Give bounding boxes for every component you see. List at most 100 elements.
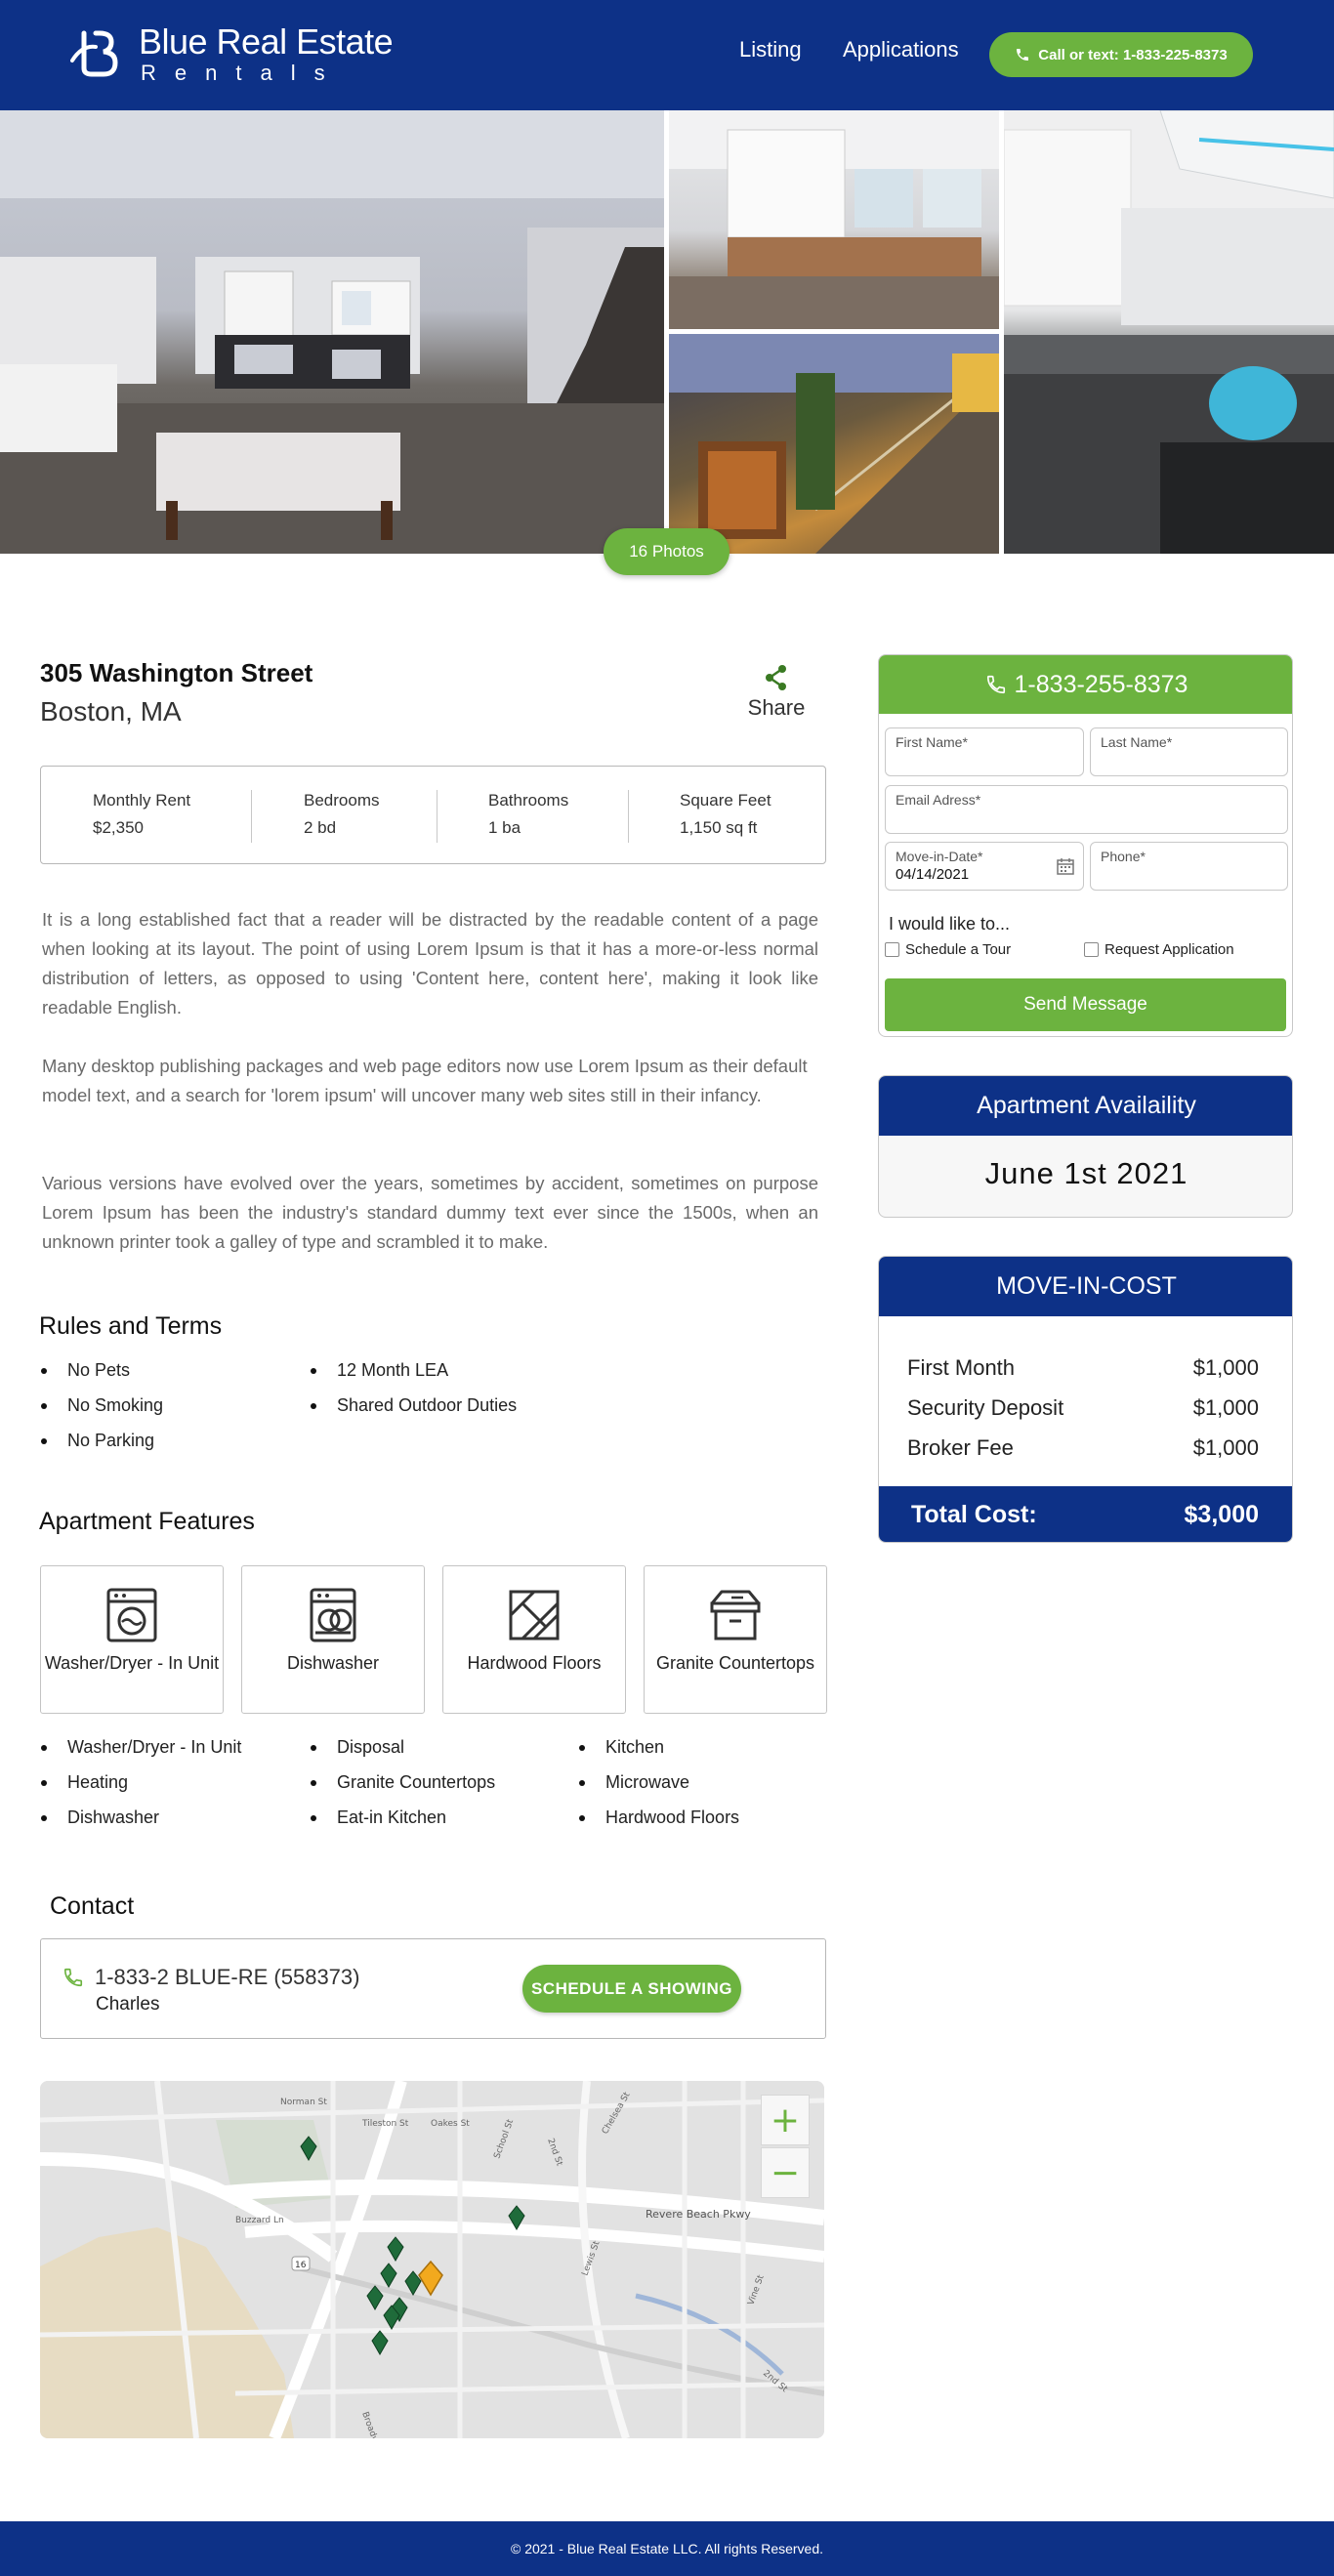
field-label: First Name* xyxy=(896,734,968,750)
list-item: No Smoking xyxy=(39,1395,163,1431)
cost-label: Security Deposit xyxy=(907,1395,1064,1420)
rules-title: Rules and Terms xyxy=(39,1312,223,1340)
cost-amount: $1,000 xyxy=(1192,1355,1259,1380)
availability-date: June 1st 2021 xyxy=(984,1156,1188,1190)
feature-card-washer: Washer/Dryer - In Unit xyxy=(40,1565,224,1714)
stat-value: 1 ba xyxy=(488,818,521,837)
list-item: Heating xyxy=(39,1772,241,1807)
map-street-label: Norman St xyxy=(280,2098,327,2107)
contact-phone[interactable]: 1-833-2 BLUE-RE (558373) xyxy=(95,1965,359,1990)
phone-field[interactable]: Phone* xyxy=(1090,842,1288,891)
list-item: 12 Month LEA xyxy=(309,1360,517,1395)
map-zoom-out[interactable]: − xyxy=(761,2147,810,2198)
last-name-field[interactable]: Last Name* xyxy=(1090,727,1288,776)
calendar-icon[interactable] xyxy=(1056,856,1075,876)
photo-kitchen-detail[interactable] xyxy=(1004,110,1334,554)
photo-kitchen[interactable] xyxy=(669,110,999,329)
contact-name: Charles xyxy=(96,1994,160,2015)
stat-value: 1,150 sq ft xyxy=(680,818,758,837)
total-cost-amount: $3,000 xyxy=(1184,1501,1259,1528)
list-item: Disposal xyxy=(309,1737,495,1772)
stat-bedrooms: Bedrooms 2 bd xyxy=(304,791,379,838)
stat-label: Monthly Rent xyxy=(93,791,191,810)
map-street-label: Buzzard Ln xyxy=(235,2216,284,2225)
footer-copyright: © 2021 - Blue Real Estate LLC. All right… xyxy=(510,2541,824,2556)
list-item: No Pets xyxy=(39,1360,163,1395)
checkbox-box[interactable] xyxy=(1084,942,1099,957)
call-button-label: Call or text: 1-833-225-8373 xyxy=(1038,46,1228,63)
move-in-date-field[interactable]: Move-in-Date* 04/14/2021 xyxy=(885,842,1084,891)
list-item: Microwave xyxy=(577,1772,739,1807)
logo-tagline: Rentals xyxy=(141,61,344,85)
cost-row-broker-fee: Broker Fee $1,000 xyxy=(907,1435,1259,1461)
field-label: Email Adress* xyxy=(896,792,981,808)
list-item: Washer/Dryer - In Unit xyxy=(39,1737,241,1772)
logo-title: Blue Real Estate xyxy=(139,21,394,62)
description-paragraph: Various versions have evolved over the y… xyxy=(42,1173,818,1252)
stat-label: Bedrooms xyxy=(304,791,380,810)
map-zoom-in[interactable]: + xyxy=(761,2095,810,2145)
hardwood-floor-icon xyxy=(509,1590,560,1641)
site-header: Blue Real Estate Rentals Listing Applica… xyxy=(0,0,1334,110)
checkbox-box[interactable] xyxy=(885,942,899,957)
cost-label: First Month xyxy=(907,1355,1016,1380)
map-street-label: Revere Beach Pkwy xyxy=(646,2208,751,2221)
photo-entrance[interactable] xyxy=(669,334,999,554)
list-item: Kitchen xyxy=(577,1737,739,1772)
share-button[interactable]: Share xyxy=(742,662,811,721)
field-label: Move-in-Date* xyxy=(896,849,983,864)
cost-row-first-month: First Month $1,000 xyxy=(907,1355,1259,1381)
logo[interactable]: Blue Real Estate Rentals xyxy=(70,21,394,85)
washer-icon xyxy=(106,1588,157,1642)
email-field[interactable]: Email Adress* xyxy=(885,785,1288,834)
form-phone-header[interactable]: 1-833-255-8373 xyxy=(879,655,1292,714)
availability-title: Apartment Availaility xyxy=(879,1076,1292,1136)
like-to-label: I would like to... xyxy=(889,914,1011,934)
cost-amount: $1,000 xyxy=(1192,1435,1259,1460)
first-name-field[interactable]: First Name* xyxy=(885,727,1084,776)
countertop-icon xyxy=(710,1590,761,1641)
dishwasher-icon xyxy=(310,1588,356,1642)
photo-living-room[interactable] xyxy=(0,110,664,554)
contact-card: 1-833-2 BLUE-RE (558373) Charles SCHEDUL… xyxy=(40,1938,826,2039)
schedule-showing-button[interactable]: SCHEDULE A SHOWING xyxy=(522,1965,741,2013)
list-item: Granite Countertops xyxy=(309,1772,495,1807)
description-paragraph: It is a long established fact that a rea… xyxy=(42,909,818,1018)
field-label: Phone* xyxy=(1101,849,1146,864)
nav-applications[interactable]: Applications xyxy=(843,37,959,62)
stat-square-feet: Square Feet 1,150 sq ft xyxy=(680,791,771,838)
form-phone: 1-833-255-8373 xyxy=(1014,670,1188,698)
checkbox-label: Schedule a Tour xyxy=(905,941,1012,958)
property-city: Boston, MA xyxy=(40,696,182,727)
stat-label: Square Feet xyxy=(680,791,771,810)
share-label: Share xyxy=(747,695,806,720)
stat-label: Bathrooms xyxy=(488,791,569,810)
call-button[interactable]: Call or text: 1-833-225-8373 xyxy=(989,32,1253,77)
list-item: Dishwasher xyxy=(39,1807,241,1843)
nav-listing[interactable]: Listing xyxy=(739,37,802,62)
move-in-cost-card: MOVE-IN-COST First Month $1,000 Security… xyxy=(878,1256,1293,1543)
rules-list: No Pets No Smoking No Parking xyxy=(39,1360,163,1466)
location-map[interactable]: Norman St Tileston St Oakes St Buzzard L… xyxy=(40,2081,824,2438)
field-label: Last Name* xyxy=(1101,734,1173,750)
list-item: Shared Outdoor Duties xyxy=(309,1395,517,1431)
map-street-label: Tileston St xyxy=(361,2119,409,2129)
divider xyxy=(628,790,629,843)
schedule-tour-checkbox[interactable]: Schedule a Tour xyxy=(885,941,1011,958)
send-message-button[interactable]: Send Message xyxy=(885,978,1286,1031)
features-list: Washer/Dryer - In Unit Heating Dishwashe… xyxy=(39,1737,241,1843)
property-street: 305 Washington Street xyxy=(40,658,313,687)
list-item: Hardwood Floors xyxy=(577,1807,739,1843)
view-photos-button[interactable]: 16 Photos xyxy=(604,528,730,575)
divider xyxy=(251,790,252,843)
request-application-checkbox[interactable]: Request Application xyxy=(1084,941,1234,958)
property-stats: Monthly Rent $2,350 Bedrooms 2 bd Bathro… xyxy=(40,766,826,864)
stat-rent: Monthly Rent $2,350 xyxy=(93,791,190,838)
feature-label: Granite Countertops xyxy=(655,1653,815,1673)
feature-label: Washer/Dryer - In Unit xyxy=(44,1653,220,1673)
features-list: Kitchen Microwave Hardwood Floors xyxy=(577,1737,739,1843)
description-paragraph: Many desktop publishing packages and web… xyxy=(42,1056,808,1105)
cost-amount: $1,000 xyxy=(1192,1395,1259,1420)
total-cost-label: Total Cost: xyxy=(911,1501,1037,1528)
feature-card-dishwasher: Dishwasher xyxy=(241,1565,425,1714)
